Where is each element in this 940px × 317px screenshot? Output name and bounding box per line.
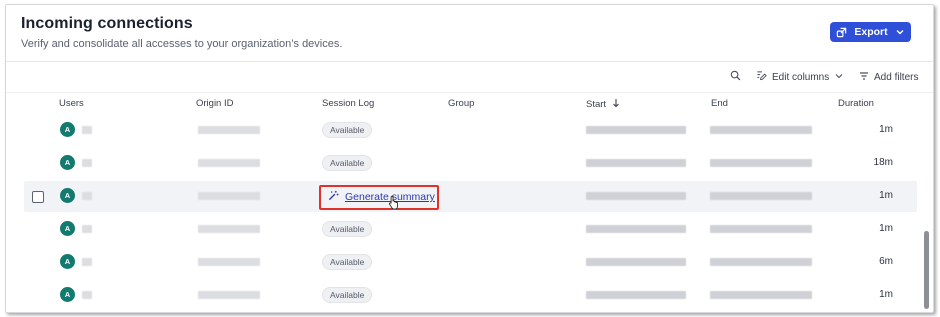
session-log-badge[interactable]: Available xyxy=(322,155,373,171)
session-log-badge[interactable]: Available xyxy=(322,287,373,303)
edit-columns-button[interactable]: Edit columns xyxy=(756,69,844,85)
redacted-end xyxy=(710,192,812,200)
redacted-start xyxy=(586,192,686,200)
column-header-group[interactable]: Group xyxy=(448,98,474,109)
duration-value: 18m xyxy=(873,157,893,168)
table-row[interactable]: A Available 18m xyxy=(24,148,917,179)
redacted-end xyxy=(710,225,812,233)
search-button[interactable] xyxy=(730,69,741,85)
redacted-origin-id xyxy=(198,126,260,134)
toolbar-divider xyxy=(6,92,933,93)
column-header-end[interactable]: End xyxy=(711,98,728,109)
chevron-down-icon xyxy=(895,27,905,37)
session-log-badge[interactable]: Available xyxy=(322,122,373,138)
incoming-connections-panel: Incoming connections Verify and consolid… xyxy=(5,4,934,313)
redacted-start xyxy=(586,126,686,134)
redacted-origin-id xyxy=(198,258,260,266)
redacted-end xyxy=(710,159,812,167)
page-title: Incoming connections xyxy=(21,15,193,32)
session-log-badge[interactable]: Available xyxy=(322,221,373,237)
redacted-start xyxy=(586,291,686,299)
row-checkbox[interactable] xyxy=(32,191,44,203)
column-header-duration[interactable]: Duration xyxy=(838,98,874,109)
search-icon xyxy=(730,70,741,84)
scrollbar-thumb[interactable] xyxy=(924,231,929,309)
edit-columns-label: Edit columns xyxy=(772,71,830,83)
duration-value: 1m xyxy=(879,289,893,300)
avatar: A xyxy=(60,287,75,302)
redacted-user-name xyxy=(82,258,92,266)
column-header-session-log[interactable]: Session Log xyxy=(322,98,374,109)
export-button[interactable]: Export xyxy=(830,22,911,42)
column-header-label: End xyxy=(711,98,728,109)
avatar: A xyxy=(60,254,75,269)
redacted-origin-id xyxy=(198,192,260,200)
column-header-origin-id[interactable]: Origin ID xyxy=(196,98,233,109)
avatar: A xyxy=(60,188,75,203)
export-label: Export xyxy=(854,26,888,38)
redacted-end xyxy=(710,258,812,266)
redacted-user-name xyxy=(82,291,92,299)
redacted-user-name xyxy=(82,126,92,134)
table-row[interactable]: A Generate summary 1m xyxy=(24,181,917,212)
add-filters-button[interactable]: Add filters xyxy=(859,69,918,85)
redacted-start xyxy=(586,159,686,167)
avatar: A xyxy=(60,122,75,137)
page-subtitle: Verify and consolidate all accesses to y… xyxy=(21,38,343,50)
column-header-label: Start xyxy=(586,99,607,110)
redacted-origin-id xyxy=(198,291,260,299)
column-header-label: Users xyxy=(59,98,84,109)
avatar: A xyxy=(60,155,75,170)
generate-summary-link[interactable]: Generate summary xyxy=(328,190,435,204)
column-header-label: Origin ID xyxy=(196,98,234,109)
column-header-start[interactable]: Start xyxy=(586,98,620,111)
chevron-down-icon xyxy=(834,71,844,84)
redacted-origin-id xyxy=(198,159,260,167)
redacted-start xyxy=(586,225,686,233)
filter-icon xyxy=(859,71,869,84)
header-divider xyxy=(6,61,933,62)
hand-cursor-icon xyxy=(388,195,400,214)
export-icon xyxy=(836,27,847,38)
redacted-start xyxy=(586,258,686,266)
redacted-user-name xyxy=(82,159,92,167)
magic-wand-icon xyxy=(328,190,339,204)
redacted-end xyxy=(710,291,812,299)
duration-value: 6m xyxy=(879,256,893,267)
duration-value: 1m xyxy=(879,124,893,135)
session-log-badge[interactable]: Available xyxy=(322,254,373,270)
page-header: Incoming connections Verify and consolid… xyxy=(21,15,342,50)
redacted-user-name xyxy=(82,225,92,233)
edit-columns-icon xyxy=(756,70,767,84)
avatar: A xyxy=(60,221,75,236)
redacted-origin-id xyxy=(198,225,260,233)
redacted-user-name xyxy=(82,192,92,200)
redacted-end xyxy=(710,126,812,134)
duration-value: 1m xyxy=(879,223,893,234)
table-row[interactable]: A Available 6m xyxy=(24,247,917,278)
duration-value: 1m xyxy=(879,190,893,201)
table-row[interactable]: A Available 1m xyxy=(24,115,917,146)
sort-descending-icon xyxy=(612,98,620,111)
column-header-users[interactable]: Users xyxy=(59,98,84,109)
column-header-label: Duration xyxy=(838,98,874,109)
column-header-label: Group xyxy=(448,98,475,109)
table-row[interactable]: A Available 1m xyxy=(24,214,917,245)
column-header-label: Session Log xyxy=(322,98,375,109)
table-row[interactable]: A Available 1m xyxy=(24,280,917,311)
add-filters-label: Add filters xyxy=(874,71,919,83)
